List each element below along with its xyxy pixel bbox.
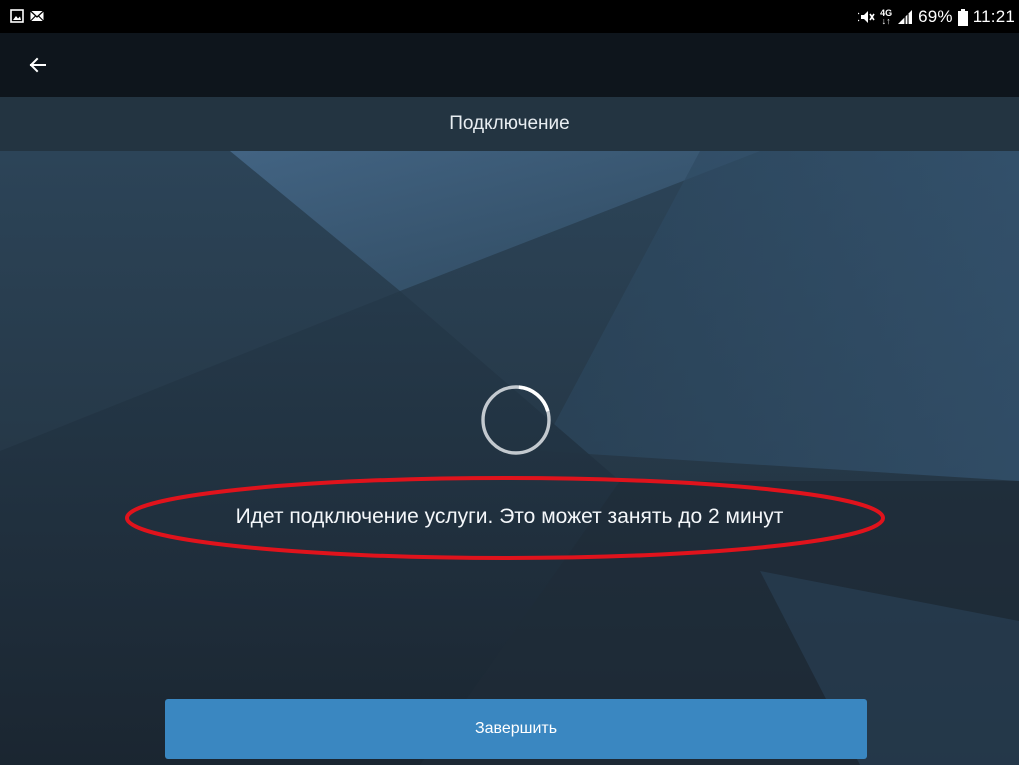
signal-icon [898,10,913,24]
data-arrows-icon: 4G ↓↑ [880,8,893,26]
gallery-icon [10,9,24,23]
mute-icon [858,11,875,23]
status-left-icons [10,9,44,23]
back-button[interactable] [26,53,62,77]
finish-button[interactable]: Завершить [165,699,867,759]
red-highlight-ellipse [125,476,885,560]
clock: 11:21 [972,7,1015,26]
status-bar: 4G ↓↑ 69% 11:21 [0,0,1019,33]
background-pattern [0,151,1019,765]
mail-icon [30,10,44,22]
spinner-icon [481,385,551,455]
page-header: Подключение [0,97,1019,151]
arrow-left-icon [29,57,46,73]
status-right-icons: 4G ↓↑ 69% 11:21 [858,5,1015,29]
page-title: Подключение [449,113,570,134]
battery-icon [957,8,968,26]
battery-percent: 69% [918,7,953,26]
app-toolbar [0,33,1019,97]
app-screen: 4G ↓↑ 69% 11:21 Подключение Идет подключ… [0,0,1019,765]
content-area: Идет подключение услуги. Это может занят… [0,151,1019,765]
